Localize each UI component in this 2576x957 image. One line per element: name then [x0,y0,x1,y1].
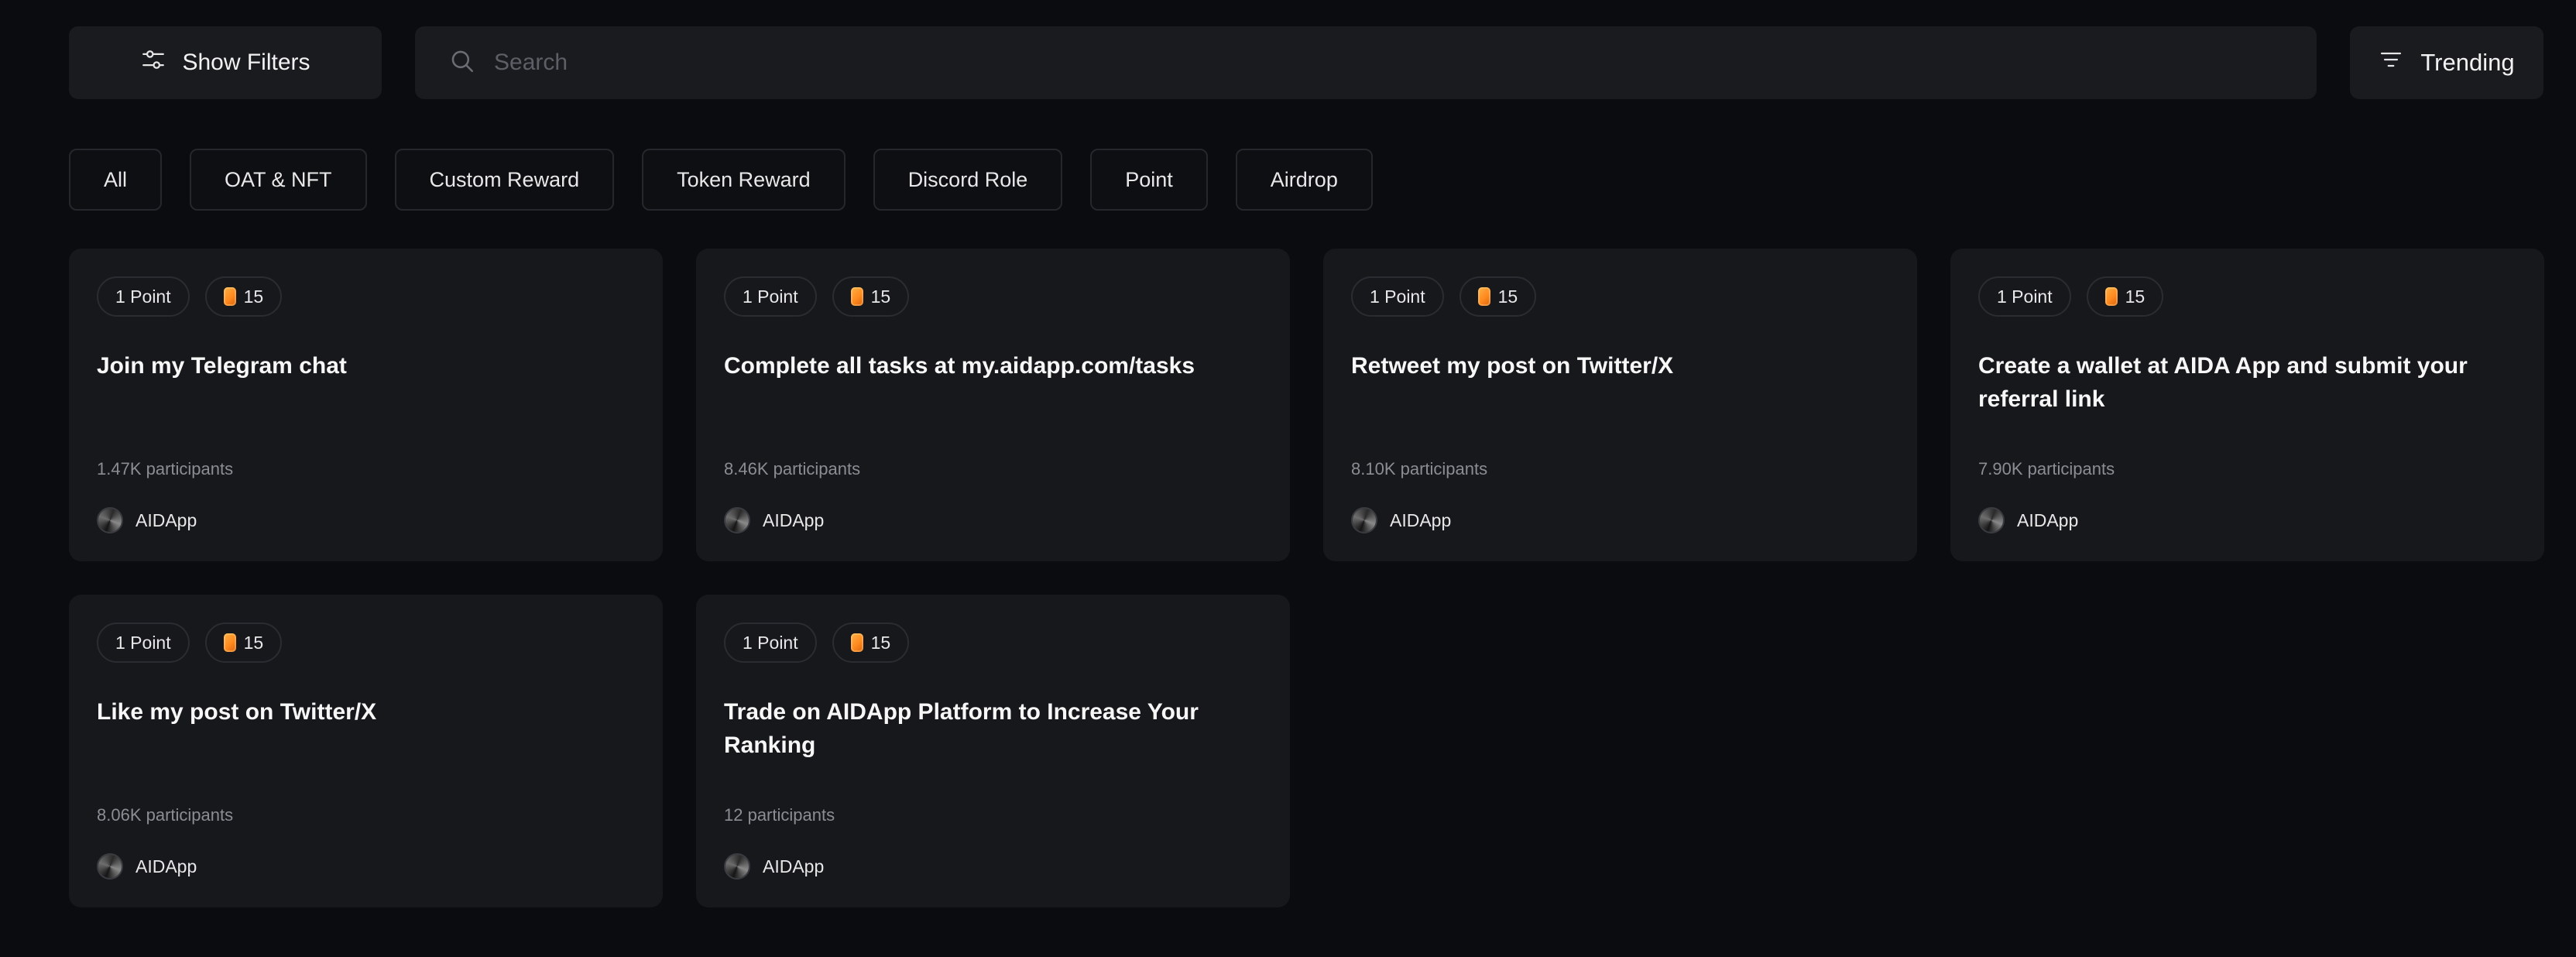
category-chip-discord-role[interactable]: Discord Role [873,149,1063,211]
avatar [724,507,750,533]
search-bar[interactable] [415,26,2317,99]
points-label: 1 Point [743,632,798,653]
card-badges: 1 Point 15 [724,276,1262,317]
sort-lines-icon [2379,47,2403,78]
avatar [724,853,750,880]
coin-icon [850,633,863,652]
coin-icon [1477,287,1490,306]
avatar [1978,507,2005,533]
quest-title: Complete all tasks at my.aidapp.com/task… [724,353,1195,379]
category-filter-bar: All OAT & NFT Custom Reward Token Reward… [69,149,1373,211]
participants-count: 12 participants [724,805,835,825]
show-filters-label: Show Filters [182,50,310,75]
quest-card[interactable]: 1 Point 15 Trade on AIDApp Platform to I… [696,595,1290,907]
reward-amount: 15 [1497,286,1518,307]
coin-icon [223,287,236,306]
points-label: 1 Point [1370,286,1425,307]
card-badges: 1 Point 15 [97,623,635,663]
quest-card[interactable]: 1 Point 15 Join my Telegram chat 1.47K p… [69,249,663,561]
sliders-icon [140,46,166,79]
reward-amount: 15 [243,632,264,653]
quest-author: AIDApp [1351,507,1451,533]
top-bar: Show Filters Trending [69,26,2543,99]
quest-author: AIDApp [97,853,197,880]
reward-badge: 15 [204,623,283,663]
author-name: AIDApp [763,509,825,530]
quest-title: Create a wallet at AIDA App and submit y… [1978,353,2468,412]
participants-count: 8.06K participants [97,805,234,825]
points-badge: 1 Point [97,623,190,663]
sort-trending-button[interactable]: Trending [2350,26,2543,99]
search-icon [449,48,475,78]
coin-icon [850,287,863,306]
reward-badge: 15 [832,276,910,317]
quest-title: Retweet my post on Twitter/X [1351,353,1674,379]
reward-amount: 15 [2125,286,2146,307]
reward-badge: 15 [204,276,283,317]
quest-title: Like my post on Twitter/X [97,699,377,725]
quest-card[interactable]: 1 Point 15 Complete all tasks at my.aida… [696,249,1290,561]
quest-card[interactable]: 1 Point 15 Like my post on Twitter/X 8.0… [69,595,663,907]
points-label: 1 Point [1997,286,2053,307]
reward-amount: 15 [870,286,891,307]
category-chip-custom-reward[interactable]: Custom Reward [394,149,615,211]
author-name: AIDApp [763,856,825,876]
points-label: 1 Point [743,286,798,307]
participants-count: 8.10K participants [1351,459,1488,478]
quest-author: AIDApp [724,507,824,533]
participants-count: 1.47K participants [97,459,234,478]
avatar [97,853,123,880]
card-badges: 1 Point 15 [97,276,635,317]
author-name: AIDApp [2017,509,2079,530]
reward-badge: 15 [1459,276,1537,317]
points-badge: 1 Point [724,276,817,317]
reward-badge: 15 [2086,276,2164,317]
points-badge: 1 Point [1351,276,1444,317]
points-label: 1 Point [115,286,171,307]
avatar [97,507,123,533]
coin-icon [223,633,236,652]
participants-count: 7.90K participants [1978,459,2115,478]
quest-author: AIDApp [724,853,824,880]
category-chip-all[interactable]: All [69,149,163,211]
author-name: AIDApp [1390,509,1452,530]
author-name: AIDApp [135,856,197,876]
category-chip-token-reward[interactable]: Token Reward [642,149,846,211]
sort-label: Trending [2420,49,2515,76]
author-name: AIDApp [135,509,197,530]
card-badges: 1 Point 15 [1978,276,2516,317]
search-input[interactable] [494,50,2317,76]
quest-title: Trade on AIDApp Platform to Increase You… [724,699,1199,758]
avatar [1351,507,1377,533]
quest-title: Join my Telegram chat [97,353,347,379]
quest-card[interactable]: 1 Point 15 Create a wallet at AIDA App a… [1950,249,2544,561]
quest-card[interactable]: 1 Point 15 Retweet my post on Twitter/X … [1323,249,1917,561]
reward-amount: 15 [870,632,891,653]
category-chip-airdrop[interactable]: Airdrop [1235,149,1373,211]
card-badges: 1 Point 15 [724,623,1262,663]
reward-badge: 15 [832,623,910,663]
coin-icon [2104,287,2118,306]
points-badge: 1 Point [97,276,190,317]
category-chip-point[interactable]: Point [1090,149,1208,211]
points-badge: 1 Point [1978,276,2071,317]
quest-author: AIDApp [97,507,197,533]
quest-grid: 1 Point 15 Join my Telegram chat 1.47K p… [69,249,2544,907]
card-badges: 1 Point 15 [1351,276,1889,317]
participants-count: 8.46K participants [724,459,861,478]
points-badge: 1 Point [724,623,817,663]
category-chip-oat-nft[interactable]: OAT & NFT [190,149,367,211]
points-label: 1 Point [115,632,171,653]
show-filters-button[interactable]: Show Filters [69,26,382,99]
reward-amount: 15 [243,286,264,307]
quest-author: AIDApp [1978,507,2078,533]
